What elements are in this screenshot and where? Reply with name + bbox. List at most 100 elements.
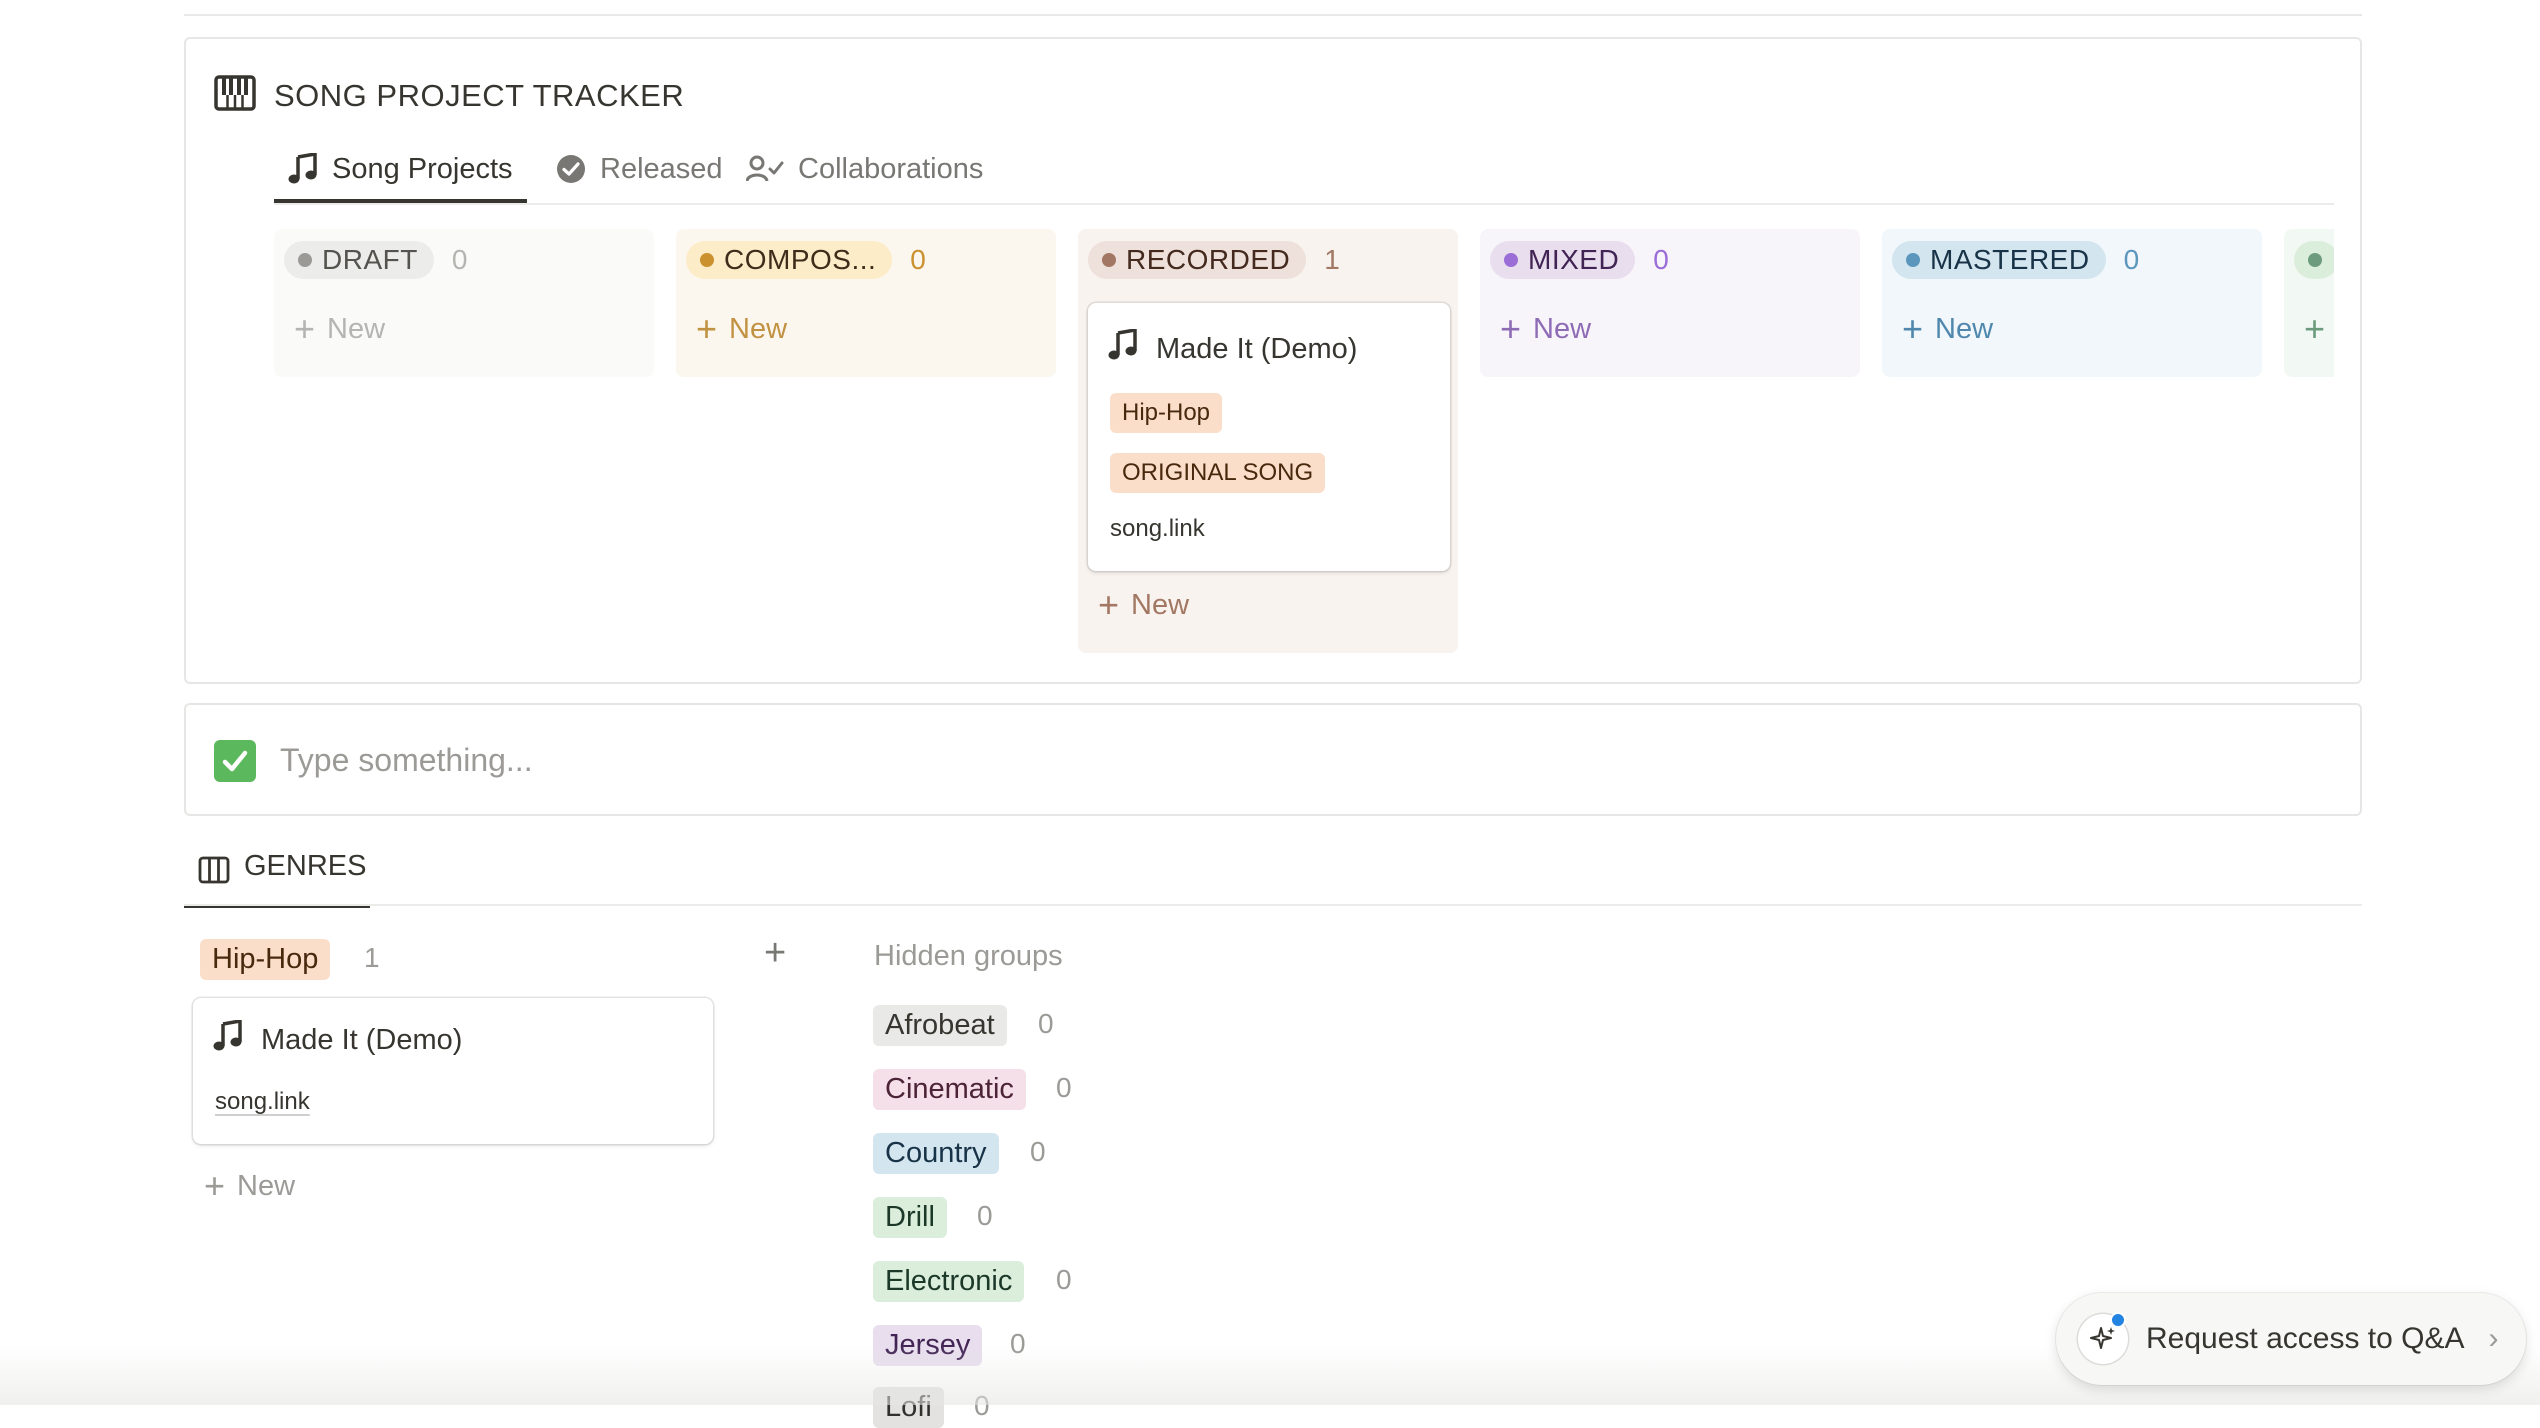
column-partial: + — [2284, 229, 2334, 377]
new-item-button[interactable]: + New — [1500, 311, 1591, 347]
new-label: New — [237, 1169, 296, 1202]
tracker-tabs: Song Projects Released Collaborations — [274, 137, 2334, 205]
hidden-group-lofi[interactable]: Lofi — [873, 1387, 944, 1428]
group-count: 0 — [1056, 1264, 1072, 1295]
song-type-tag: ORIGINAL SONG — [1110, 453, 1326, 493]
notification-dot — [2110, 1312, 2126, 1328]
status-dot — [298, 253, 312, 267]
new-label: New — [1935, 312, 1994, 345]
status-pill-draft[interactable]: DRAFT — [284, 241, 434, 279]
card-title: Made It (Demo) — [261, 1023, 463, 1056]
todo-input[interactable] — [278, 729, 2182, 791]
column-header: RECORDED 1 — [1088, 241, 1340, 279]
plus-icon: + — [294, 308, 316, 349]
hidden-group-cinematic[interactable]: Cinematic — [873, 1069, 1026, 1110]
column-count: 0 — [451, 244, 468, 275]
card-title-row: Made It (Demo) — [213, 1018, 463, 1060]
hidden-group-electronic[interactable]: Electronic — [873, 1261, 1025, 1302]
new-item-button[interactable]: + New — [1902, 311, 1993, 347]
song-card[interactable]: Made It (Demo) Hip-Hop ORIGINAL SONG son… — [1088, 303, 1450, 571]
column-count: 1 — [1324, 244, 1340, 275]
new-label: New — [1131, 588, 1190, 621]
tracker-title: SONG PROJECT TRACKER — [274, 77, 685, 113]
status-dot — [1102, 253, 1116, 267]
request-qa-access-button[interactable]: Request access to Q&A › — [2056, 1293, 2526, 1385]
column-header: COMPOS... 0 — [686, 241, 926, 279]
board-view-icon — [198, 850, 230, 892]
new-item-button[interactable]: + New — [294, 311, 385, 347]
plus-icon: + — [2304, 308, 2326, 349]
status-label: MIXED — [1528, 244, 1620, 275]
tab-label: Released — [600, 152, 723, 185]
plus-icon: + — [1098, 584, 1120, 625]
column-header: MASTERED 0 — [1892, 241, 2139, 279]
column-count: 0 — [1653, 244, 1669, 275]
genre-tag: Hip-Hop — [1110, 393, 1223, 433]
new-label: New — [327, 312, 386, 345]
piano-icon — [214, 75, 256, 116]
status-dot — [700, 253, 714, 267]
column-recorded: RECORDED 1 Made It (Demo) Hip-Hop ORIGIN… — [1078, 229, 1458, 653]
tab-song-projects[interactable]: Song Projects — [274, 137, 527, 203]
column-mastered: MASTERED 0 + New — [1882, 229, 2262, 377]
column-count: 0 — [2123, 244, 2140, 275]
hidden-group-country[interactable]: Country — [873, 1133, 999, 1174]
status-label: DRAFT — [322, 244, 418, 275]
plus-icon: + — [1902, 308, 1924, 349]
hidden-group-drill[interactable]: Drill — [873, 1197, 947, 1238]
plus-icon: + — [1500, 308, 1522, 349]
group-count: 0 — [974, 1390, 990, 1421]
status-label: MASTERED — [1930, 244, 2090, 275]
group-count: 0 — [977, 1200, 993, 1231]
new-item-button[interactable]: + New — [1098, 587, 1189, 623]
add-group-button[interactable]: + — [764, 932, 786, 975]
column-mixed: MIXED 0 + New — [1480, 229, 1860, 377]
tab-label: Collaborations — [798, 152, 984, 185]
tab-label: Song Projects — [332, 152, 513, 185]
song-link[interactable]: song.link — [215, 1088, 310, 1116]
plus-icon: + — [696, 308, 718, 349]
status-dot — [2308, 253, 2322, 267]
song-link[interactable]: song.link — [1110, 515, 1205, 543]
new-item-button[interactable]: + New — [696, 311, 787, 347]
sparkle-icon — [2078, 1312, 2128, 1364]
hidden-group-jersey[interactable]: Jersey — [873, 1325, 983, 1366]
person-check-icon — [746, 155, 784, 183]
status-pill-partial[interactable] — [2294, 241, 2334, 279]
status-pill-mastered[interactable]: MASTERED — [1892, 241, 2106, 279]
column-header: MIXED 0 — [1490, 241, 1669, 279]
check-circle-icon — [556, 154, 586, 184]
hidden-groups-label: Hidden groups — [874, 940, 1063, 972]
status-pill-composing[interactable]: COMPOS... — [686, 241, 893, 279]
qa-button-label: Request access to Q&A — [2146, 1322, 2465, 1355]
column-header — [2294, 241, 2334, 279]
chevron-right-icon: › — [2488, 1322, 2499, 1355]
status-label: RECORDED — [1126, 244, 1291, 275]
plus-icon: + — [204, 1165, 226, 1206]
music-note-icon — [1108, 327, 1138, 369]
status-pill-mixed[interactable]: MIXED — [1490, 241, 1636, 279]
hidden-group-afrobeat[interactable]: Afrobeat — [873, 1005, 1007, 1046]
column-count: 0 — [910, 244, 926, 275]
group-count: 0 — [1030, 1136, 1046, 1167]
new-label: New — [729, 312, 788, 345]
tab-genres[interactable]: GENRES — [184, 850, 370, 908]
top-divider — [184, 14, 2362, 16]
tab-released[interactable]: Released — [556, 137, 723, 201]
genre-song-card[interactable]: Made It (Demo) song.link — [193, 998, 713, 1144]
status-label: COMPOS... — [724, 244, 877, 275]
group-hip-hop[interactable]: Hip-Hop — [200, 939, 331, 980]
music-note-icon — [288, 153, 318, 185]
column-draft: DRAFT 0 + New — [274, 229, 654, 377]
new-item-button[interactable]: + — [2304, 311, 2325, 347]
new-item-button[interactable]: + New — [204, 1168, 295, 1204]
group-count: 0 — [1056, 1072, 1072, 1103]
kanban-board: DRAFT 0 + New COMPOS... 0 + New RECORDED… — [274, 229, 2334, 699]
group-count: 1 — [364, 942, 380, 973]
song-project-tracker: SONG PROJECT TRACKER Song Projects Relea… — [184, 37, 2362, 684]
status-pill-recorded[interactable]: RECORDED — [1088, 241, 1307, 279]
card-title-row: Made It (Demo) — [1108, 327, 1358, 369]
music-note-icon — [213, 1018, 243, 1060]
tab-collaborations[interactable]: Collaborations — [746, 137, 983, 201]
card-title: Made It (Demo) — [1156, 332, 1358, 365]
